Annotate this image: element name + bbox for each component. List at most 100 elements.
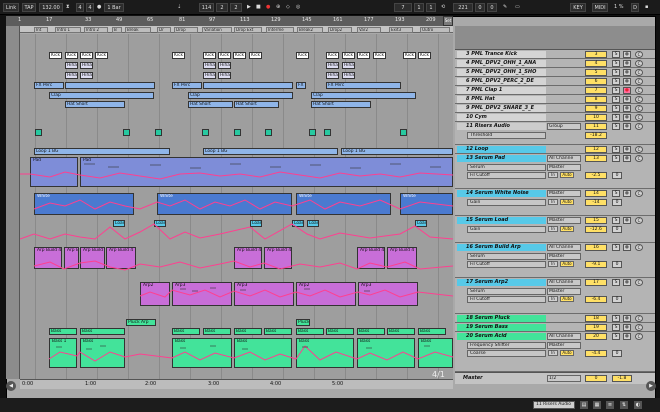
solo-button[interactable]: S [612,114,620,121]
track-output[interactable]: Master [547,342,581,349]
loop-start-sixteenths[interactable]: 1 [426,3,436,12]
arm-button[interactable]: ● [623,244,631,251]
solo-button[interactable]: S [612,105,620,112]
track-name[interactable]: 9 PML_DPV2_SNARE_3_E [457,105,546,112]
tap-tempo-button[interactable]: TAP [22,3,36,12]
monitor-in-button[interactable]: In [548,226,558,232]
solo-button[interactable]: S [612,155,620,162]
signature-numerator[interactable]: 4 [76,3,84,12]
quantize-select[interactable]: 1 Bar [104,3,124,12]
monitor-button[interactable]: C [635,87,643,94]
track-number[interactable]: 13 [585,155,607,162]
automation-value[interactable]: -18.2 [585,132,607,139]
track-pan[interactable]: 0 [612,199,622,206]
solo-button[interactable]: S [612,333,620,340]
track-number[interactable]: 10 [585,114,607,121]
midi-map-button[interactable]: MIDI [592,3,608,12]
track-header[interactable]: 20 Serum Acid All Channe 20 S ● C Master In Auto… [455,332,655,372]
device-chooser[interactable]: Serum [467,253,546,260]
locator[interactable]: Var2 [357,27,381,33]
track-header[interactable]: 13 Serum Pad All Channe 13 S ● C Master In Auto S… [455,154,655,189]
track-volume[interactable]: -9.1 [585,261,607,268]
monitor-button[interactable]: C [635,146,643,153]
master-volume[interactable]: 0 [585,375,607,382]
track-input[interactable]: All Channe [547,279,581,286]
track-name[interactable]: 5 PML_DPV2_OHH_1_SHO [457,69,546,76]
track-header[interactable]: 18 Serum Pluck 18 S ● C [455,314,655,323]
solo-button[interactable]: S [612,244,620,251]
monitor-button[interactable]: C [635,78,643,85]
track-number[interactable]: 9 [585,105,607,112]
arm-button[interactable]: ● [623,324,631,331]
time-ruler[interactable]: 0:00 1:00 2:00 3:00 4:00 5:00 [20,379,453,389]
track-number[interactable]: 20 [585,333,607,340]
track-header[interactable]: 10 Cym 10 S ● C [455,113,655,122]
loop-length-beats[interactable]: 0 [475,3,485,12]
automation-param[interactable]: Threshold [467,132,546,139]
position-bars[interactable]: 114 [199,3,214,12]
locator[interactable]: Intro 1 [55,27,81,33]
monitor-button[interactable]: C [635,244,643,251]
play-icon[interactable]: ▶ [247,3,251,12]
monitor-button[interactable]: C [635,123,643,130]
track-header[interactable]: 5 PML_DPV2_OHH_1_SHO 5 S ● C [455,68,655,77]
monitor-button[interactable]: C [635,324,643,331]
track-name[interactable]: 19 Serum Bass [457,324,546,331]
locator[interactable]: Drop2 [328,27,352,33]
arm-button[interactable]: ● [623,114,631,121]
track-number[interactable]: 3 [585,51,607,58]
track-output[interactable]: Master [547,288,581,295]
track-number[interactable]: 11 [585,123,607,130]
device-chooser[interactable]: Serum [467,164,546,171]
locator[interactable]: Exit3 [389,27,413,33]
position-sixteenths[interactable]: 2 [230,3,242,12]
track-lanes[interactable]: Kick Kick Kick Kick Kick Kick Kick Kick … [20,34,453,379]
track-number[interactable]: 5 [585,69,607,76]
arm-button[interactable]: ● [623,315,631,322]
track-output[interactable]: Master [547,253,581,260]
track-name[interactable]: 14 Serum White Noise [457,190,546,197]
track-number[interactable]: 6 [585,78,607,85]
metronome-dot-icon[interactable]: ● [97,3,101,12]
overdub-icon[interactable]: ⊕ [276,3,280,12]
track-header[interactable]: 9 PML_DPV2_SNARE_3_E 9 S ● C [455,104,655,113]
solo-button[interactable]: S [612,123,620,130]
solo-button[interactable]: S [612,69,620,76]
track-output[interactable]: Master [547,164,581,171]
solo-button[interactable]: S [612,190,620,197]
monitor-button[interactable]: C [635,190,643,197]
locator[interactable]: Drop Ext [234,27,262,33]
loop-length-bars[interactable]: 221 [453,3,473,12]
arm-button[interactable]: ● [623,60,631,67]
track-number[interactable]: 17 [585,279,607,286]
monitor-in-button[interactable]: In [548,261,558,267]
solo-button[interactable]: S [612,279,620,286]
master-output[interactable]: 1/2 [547,375,581,382]
loop-length-sixteenths[interactable]: 0 [487,3,497,12]
track-number[interactable]: 7 [585,87,607,94]
track-name[interactable]: 16 Serum Build Arp [457,244,546,251]
track-volume[interactable]: -2.5 [585,172,607,179]
solo-button[interactable]: S [612,217,620,224]
monitor-in-button[interactable]: In [548,350,558,356]
device-parameter[interactable]: Fil Cutoff [467,296,546,303]
monitor-button[interactable]: C [635,217,643,224]
locator[interactable]: Int [34,27,48,33]
arm-button[interactable]: ● [623,155,631,162]
track-input[interactable]: Group [547,123,581,130]
solo-button[interactable]: S [612,96,620,103]
track-pan[interactable]: 0 [612,261,622,268]
track-number[interactable]: 19 [585,324,607,331]
solo-button[interactable]: S [612,60,620,67]
track-name[interactable]: 17 Serum Arp2 [457,279,546,286]
track-input[interactable]: Master [547,190,581,197]
track-volume[interactable]: -14 [585,199,607,206]
solo-button[interactable]: S [612,87,620,94]
track-name[interactable]: 10 Cym [457,114,546,121]
device-view-icon[interactable]: ▦ [593,401,601,409]
metronome-icon[interactable]: ⧗ [66,3,70,12]
track-pan[interactable]: 0 [612,350,622,357]
loop-start-bars[interactable]: 7 [394,3,412,12]
track-pan[interactable]: 0 [612,226,622,233]
device-chooser[interactable]: Gain [467,199,546,206]
